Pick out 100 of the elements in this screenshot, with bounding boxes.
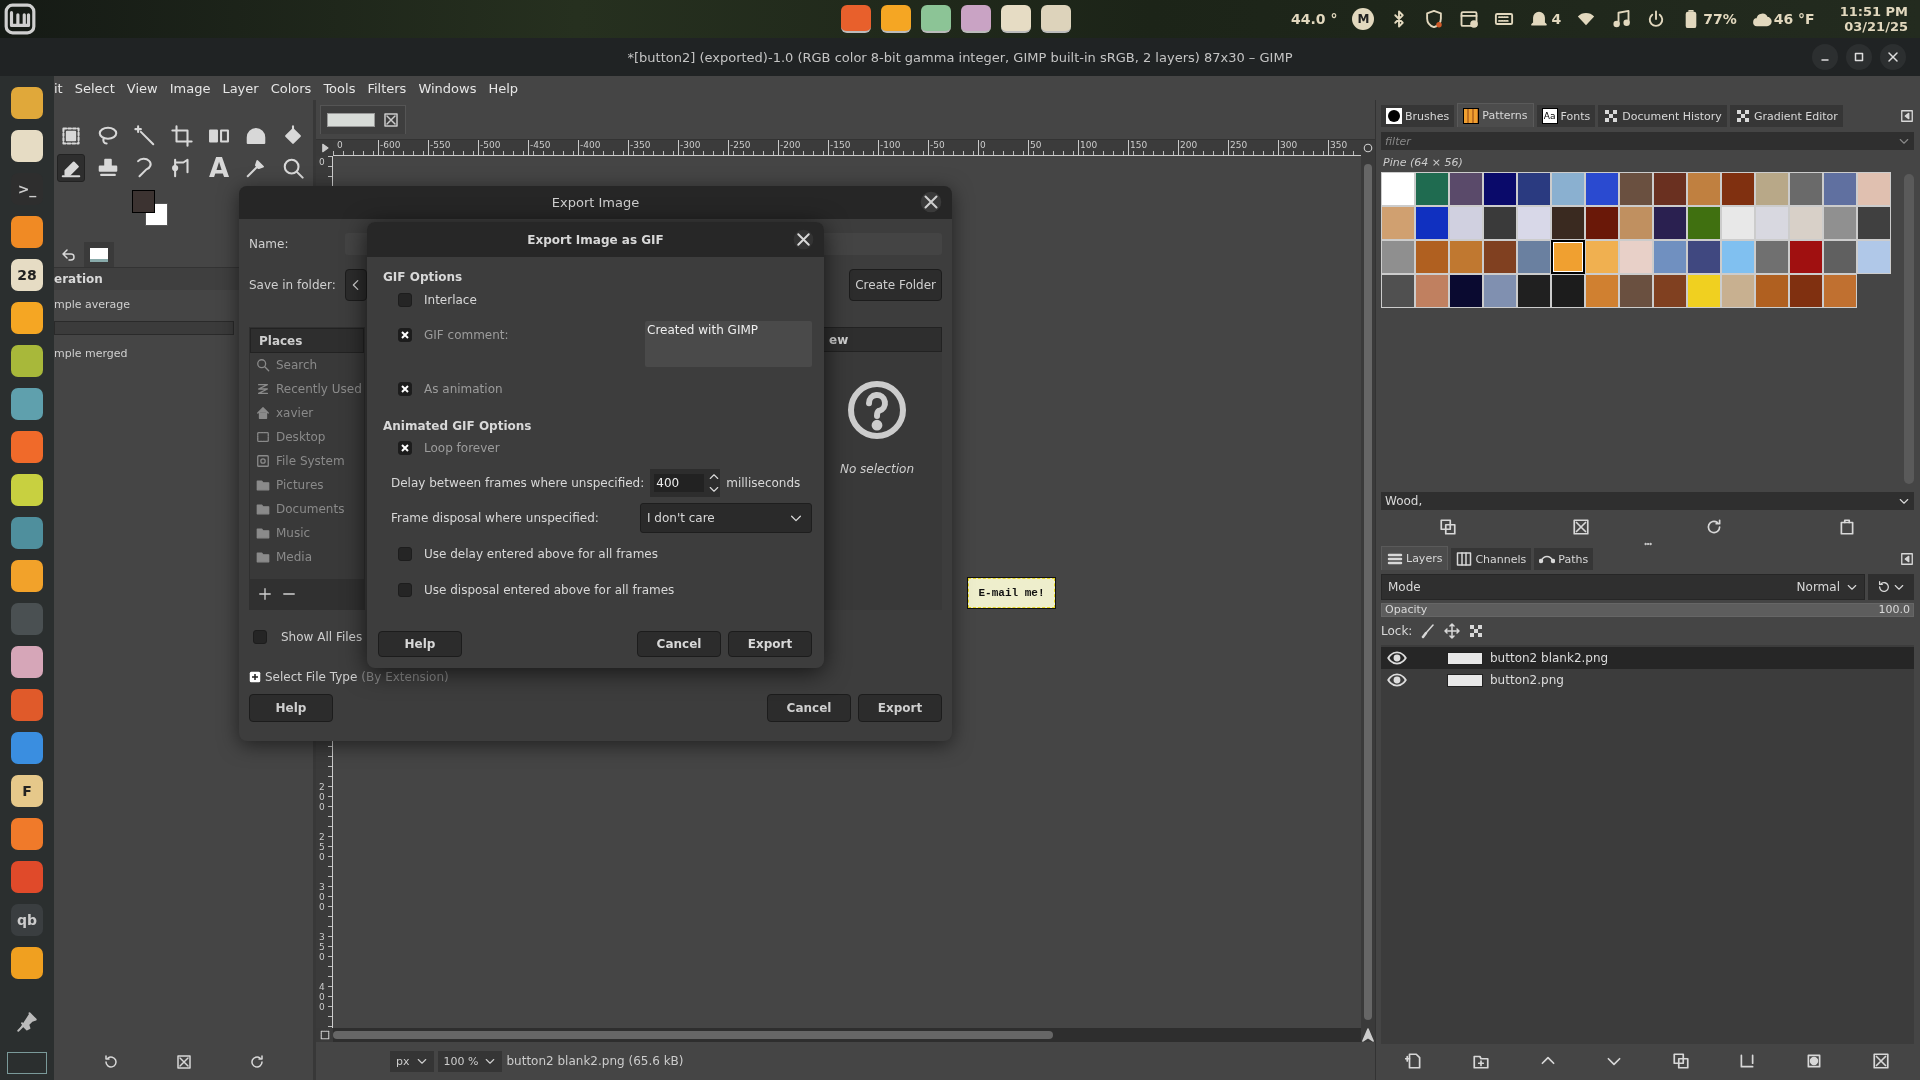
email-button-image: E-mail me! [968,578,1055,608]
ruler-label: 0 [978,140,1028,155]
tag-field[interactable]: Wood, [1381,492,1914,510]
font-glyph: Aa [1541,108,1558,124]
pattern-name: Pine (64 × 56) [1383,156,1464,169]
clock-date: 03/21/25 [1844,19,1908,34]
ruler-label: -450 [528,140,578,155]
status-text: button2 blank2.png (65.6 kB) [506,1054,684,1068]
checkbox-label: Interlace [424,293,477,307]
export-button[interactable]: Export [858,694,942,722]
unit-label: milliseconds [726,476,801,490]
panel-tab[interactable]: Aa Fonts [1536,105,1596,127]
panel-tab[interactable]: Brushes [1381,105,1455,127]
app-icon[interactable]: qb [11,904,43,936]
text-tool-button[interactable]: A [205,154,233,182]
menu-item[interactable]: Layer [222,80,259,96]
checkbox-label: Loop forever [424,441,500,455]
app-icon[interactable]: 28 [11,259,43,291]
export-button[interactable]: Export [728,631,812,657]
comment-field[interactable]: Created with GIMP [645,321,812,367]
ruler-label: 350 [319,930,326,964]
checkbox-label: Show All Files [281,630,363,644]
field-label: Delay between frames where unspecified: [391,476,645,490]
checkbox-label: As animation [424,382,503,396]
ruler-label: 400 [319,980,326,1014]
ruler-label: 300 [1278,140,1328,155]
menu-item[interactable]: Windows [418,80,477,96]
places-heading: Places [250,328,364,353]
ruler-label: -150 [828,140,878,155]
ruler-label: -300 [678,140,728,155]
ruler-label: -250 [728,140,778,155]
app-icon[interactable]: F [11,775,43,807]
panel-tab[interactable]: Channels [1451,548,1532,570]
ruler-label: -550 [428,140,478,155]
menu-item[interactable]: Image [169,80,211,96]
disposal-dropdown[interactable]: I don't care [640,503,812,533]
checkbox-label: Use disposal entered above for all frames [424,583,675,597]
ruler-label: 200 [1178,140,1228,155]
tray-badge[interactable]: M [1352,8,1375,30]
panel-tab[interactable]: Gradient Editor [1729,105,1843,127]
menu-item[interactable]: Help [488,80,519,96]
ruler-label: -600 [378,140,428,155]
zoom-dropdown[interactable]: 100 % [437,1050,503,1072]
ruler-label: 300 [319,880,326,914]
help-button[interactable]: Help [249,694,333,722]
menu-item[interactable]: Filters [367,80,407,96]
option-label: mple average [54,297,131,313]
ruler-label: -500 [478,140,528,155]
panel-tab[interactable]: Patterns [1457,103,1534,127]
ruler-label: 0 [319,156,326,168]
preview-text: No selection [839,462,915,476]
checkbox-label: GIF comment: [424,328,509,342]
create-folder-button[interactable]: Create Folder [849,269,942,301]
clock-time: 11:51 PM [1839,4,1908,19]
ruler-label: 150 [1128,140,1178,155]
section-heading: Animated GIF Options [382,418,533,435]
filter-field[interactable]: filter [1381,132,1914,150]
delay-spinner[interactable]: 400 [650,469,721,497]
ruler-label: 250 [319,830,326,864]
panel-tab[interactable]: Document History [1598,105,1727,127]
expander-hint: (By Extension) [361,670,449,684]
window-title: *[button2] (exported)-1.0 (RGB color 8-bit gamma integer, GIMP built-in sRGB, 2 layers) 87x30 – GIMP [627,49,1293,65]
panel-tab[interactable]: Layers [1381,546,1449,570]
ruler-label: -400 [578,140,628,155]
panel-tab[interactable]: Paths [1534,548,1594,570]
ruler-label: -100 [878,140,928,155]
menu-item[interactable]: Select [74,80,115,96]
lock-label: Lock: [1381,624,1413,638]
unit-dropdown[interactable]: px [390,1050,434,1072]
menu-item[interactable]: View [126,80,158,96]
ruler-label: 250 [1228,140,1278,155]
mode-dropdown[interactable]: Mode Normal [1381,574,1865,600]
section-heading: GIF Options [382,269,464,286]
opacity-slider[interactable]: Opacity 100.0 [1381,603,1914,617]
menu-item[interactable]: it [54,80,63,96]
bell-reading: 4 [1551,11,1562,27]
temperature-reading: 44.0 ° [1291,11,1338,27]
layer-row[interactable]: button2 blank2.png [1381,647,1914,669]
checkbox-label: Use delay entered above for all frames [424,547,658,561]
expander-label: Select File Type [265,670,358,684]
layer-row[interactable]: button2.png [1381,669,1914,691]
field-label: Frame disposal where unspecified: [391,511,599,525]
ruler-label: -350 [628,140,678,155]
ruler-label: 100 [1078,140,1128,155]
ruler-label: 50 [1028,140,1078,155]
ruler-label: 200 [319,780,326,814]
dialog-title: Export Image as GIF [527,232,664,247]
ruler-label: -50 [928,140,978,155]
ruler-label: -200 [778,140,828,155]
field-label: Name: [249,237,290,251]
option-label: mple merged [54,346,128,362]
cancel-button[interactable]: Cancel [767,694,851,722]
menu-item[interactable]: Tools [323,80,356,96]
cancel-button[interactable]: Cancel [637,631,721,657]
dialog-title: Export Image [551,195,640,210]
help-button[interactable]: Help [378,631,462,657]
menu-item[interactable]: Colors [270,80,312,96]
battery-reading: 77% [1703,11,1737,27]
ruler-label: 0 [336,140,344,152]
weather-reading: 46 °F [1773,11,1815,27]
